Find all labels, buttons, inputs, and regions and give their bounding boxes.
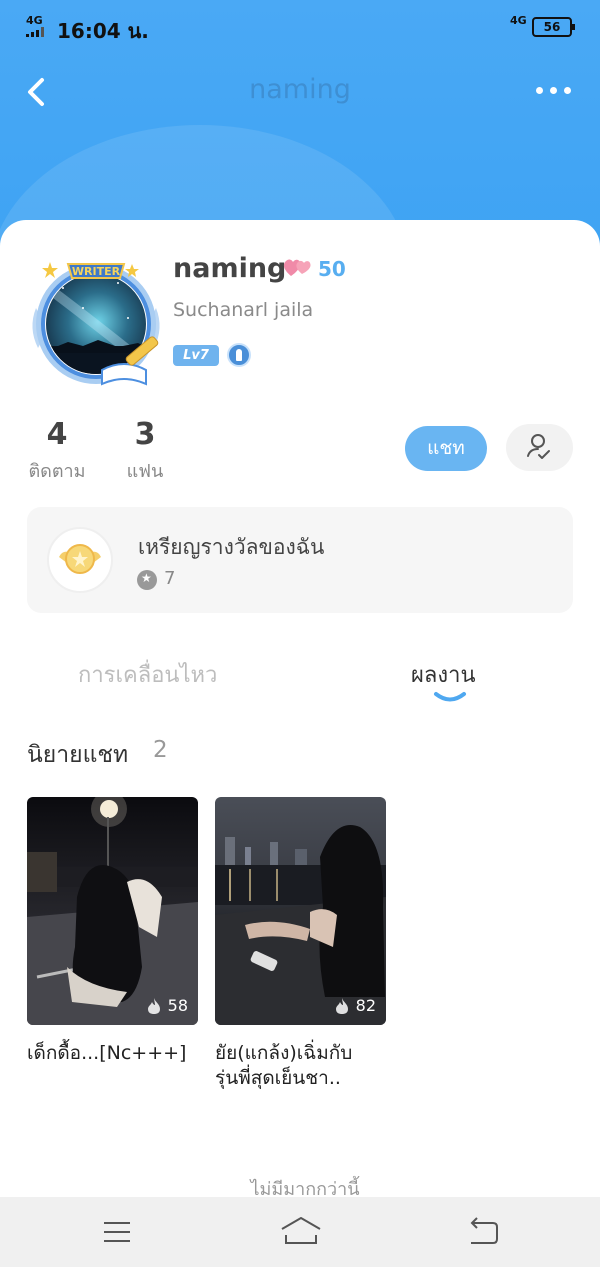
avatar-badge-text: WRITER — [72, 265, 121, 278]
writer-pen-icon — [227, 343, 251, 367]
home-icon[interactable] — [278, 1213, 324, 1249]
views-counter: 82 — [334, 996, 376, 1015]
avatar[interactable]: WRITER — [28, 258, 168, 388]
level-badge: Lv7 — [173, 345, 219, 366]
menu-icon[interactable] — [100, 1217, 134, 1247]
medal-icon — [47, 527, 113, 593]
medal-section[interactable]: เหรียญรางวัลของฉัน 7 — [27, 507, 573, 613]
medal-title: เหรียญรางวัลของฉัน — [138, 535, 325, 559]
back-nav-icon[interactable] — [463, 1215, 501, 1247]
novel-cover-image: 82 — [215, 797, 386, 1025]
section-title: นิยายแชท — [27, 742, 129, 768]
fans-count: 3 — [134, 417, 156, 452]
novel-title: เด็กดื้อ...[Nc+++] — [27, 1042, 187, 1064]
novel-title-line: ยัย(แกล้ง)เฉิ่มกับ — [215, 1042, 353, 1064]
page-title: naming — [249, 74, 351, 105]
more-options-button[interactable] — [530, 78, 578, 104]
more-dot-icon — [564, 87, 571, 94]
novel-cover-image: 58 — [27, 797, 198, 1025]
battery-level: 56 — [543, 20, 561, 34]
network-type-left: 4G — [26, 14, 43, 27]
active-tab-indicator — [434, 692, 466, 702]
clock: 16:04 น. — [57, 19, 149, 43]
user-check-icon — [527, 434, 550, 459]
novel-title-line: รุ่นพี่สุดเย็นชา.. — [215, 1067, 341, 1089]
following-label: ติดตาม — [28, 461, 86, 482]
views-counter: 58 — [146, 996, 188, 1015]
novel-card[interactable]: 58 เด็กดื้อ...[Nc+++] — [27, 797, 198, 1066]
status-bar: 4G 16:04 น. 4G 56 — [0, 0, 600, 54]
fans-label: แฟน — [126, 461, 164, 482]
nickname: naming — [173, 253, 287, 284]
following-count: 4 — [46, 417, 68, 452]
popularity-score: 50 — [318, 257, 346, 281]
network-type-right: 4G — [510, 14, 527, 27]
more-dot-icon — [536, 87, 543, 94]
follow-button[interactable] — [506, 424, 573, 471]
battery-icon: 56 — [532, 17, 575, 37]
more-dot-icon — [550, 87, 557, 94]
system-navigation-bar — [0, 1197, 600, 1267]
fire-icon — [335, 997, 348, 1014]
username: Suchanarl jaila — [173, 299, 314, 321]
tab-works[interactable]: ผลงาน — [411, 657, 476, 692]
views-count: 58 — [167, 996, 188, 1015]
fire-icon — [147, 997, 160, 1014]
medal-count: 7 — [164, 568, 176, 589]
views-count: 82 — [355, 996, 376, 1015]
fans-stat[interactable]: 3 แฟน — [118, 417, 172, 485]
writer-avatar-frame-icon: WRITER — [32, 262, 160, 386]
chat-button[interactable]: แชท — [405, 426, 487, 471]
novel-card[interactable]: 82 ยัย(แกล้ง)เฉิ่มกับ รุ่นพี่สุดเย็นชา.. — [215, 797, 386, 1091]
following-stat[interactable]: 4 ติดตาม — [26, 417, 88, 485]
section-count: 2 — [153, 737, 168, 763]
signal-strength-icon — [26, 27, 48, 37]
tab-activity[interactable]: การเคลื่อนไหว — [78, 657, 217, 692]
novel-title: ยัย(แกล้ง)เฉิ่มกับ รุ่นพี่สุดเย็นชา.. — [215, 1041, 386, 1091]
hearts-icon — [283, 259, 311, 276]
star-icon — [137, 570, 157, 590]
